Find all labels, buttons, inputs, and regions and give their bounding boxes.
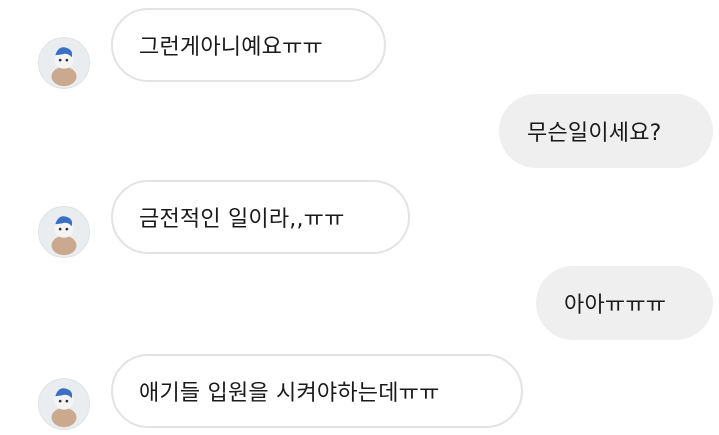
outgoing-message-bubble[interactable]: 무슨일이세요? bbox=[499, 94, 713, 168]
message-text: 그런게아니예요ㅠㅠ bbox=[139, 35, 323, 60]
message-text: 아아ㅠㅠㅠ bbox=[564, 293, 667, 318]
user-avatar-icon[interactable] bbox=[38, 378, 90, 430]
avatar-image bbox=[39, 379, 89, 429]
message-text: 애기들 입원을 시켜야하는데ㅠㅠ bbox=[139, 381, 440, 406]
user-avatar-icon[interactable] bbox=[38, 206, 90, 258]
chat-thread: 그런게아니예요ㅠㅠ 무슨일이세요? 금전적인 일이라,,ㅠㅠ 아아ㅠㅠㅠ 애기들… bbox=[0, 0, 719, 435]
user-avatar-icon[interactable] bbox=[38, 37, 90, 89]
incoming-message-bubble[interactable]: 애기들 입원을 시켜야하는데ㅠㅠ bbox=[111, 354, 523, 428]
avatar-image bbox=[39, 207, 89, 257]
avatar-image bbox=[39, 38, 89, 88]
message-text: 무슨일이세요? bbox=[527, 121, 662, 146]
incoming-message-bubble[interactable]: 금전적인 일이라,,ㅠㅠ bbox=[111, 180, 410, 254]
incoming-message-bubble[interactable]: 그런게아니예요ㅠㅠ bbox=[111, 8, 386, 82]
outgoing-message-bubble[interactable]: 아아ㅠㅠㅠ bbox=[536, 266, 713, 340]
message-text: 금전적인 일이라,,ㅠㅠ bbox=[139, 207, 345, 232]
